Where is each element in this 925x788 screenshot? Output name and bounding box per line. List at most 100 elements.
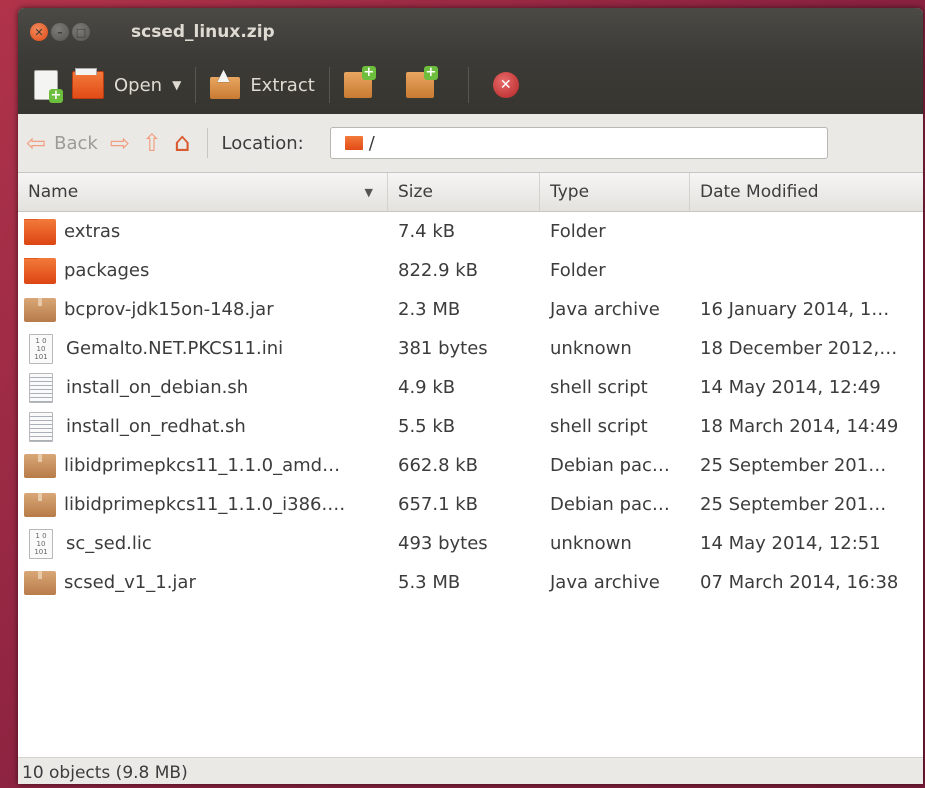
up-button[interactable]: ⇧ xyxy=(142,129,162,157)
file-list-header: Name ▼ Size Type Date Modified xyxy=(18,173,923,212)
toolbar-separator xyxy=(195,67,197,103)
table-row[interactable]: libidprimepkcs11_1.1.0_i386.… 657.1 kB D… xyxy=(18,485,923,524)
column-header-date[interactable]: Date Modified xyxy=(690,173,923,211)
archive-manager-window: ✕ – □ scsed_linux.zip + Open ▼ Extract +… xyxy=(18,8,923,784)
table-row[interactable]: extras 7.4 kB Folder xyxy=(18,212,923,251)
binary-file-icon: 1 0 10 101 xyxy=(29,528,53,559)
file-type: unknown xyxy=(550,533,632,554)
title-bar: ✕ – □ scsed_linux.zip xyxy=(18,8,923,56)
column-header-size[interactable]: Size xyxy=(388,173,540,211)
forward-button[interactable]: ⇨ xyxy=(110,129,130,157)
script-file-icon xyxy=(29,372,53,403)
column-header-date-label: Date Modified xyxy=(700,182,819,202)
file-name: Gemalto.NET.PKCS11.ini xyxy=(66,338,284,359)
home-icon: ⌂ xyxy=(174,128,191,158)
file-name: sc_sed.lic xyxy=(66,533,152,554)
open-button[interactable]: Open ▼ xyxy=(72,68,181,99)
arrow-left-icon: ⇦ xyxy=(26,129,47,157)
file-size: 662.8 kB xyxy=(398,455,479,476)
table-row[interactable]: packages 822.9 kB Folder xyxy=(18,251,923,290)
file-type: Folder xyxy=(550,221,606,242)
file-name: bcprov-jdk15on-148.jar xyxy=(64,299,274,320)
table-row[interactable]: 1 0 10 101 sc_sed.lic 493 bytes unknown 14 … xyxy=(18,524,923,563)
location-separator xyxy=(206,128,208,158)
file-name: libidprimepkcs11_1.1.0_amd… xyxy=(64,455,341,476)
status-bar: 10 objects (9.8 MB) xyxy=(18,757,923,784)
back-label: Back xyxy=(54,132,98,154)
add-folder-button[interactable]: + xyxy=(405,66,454,98)
back-button[interactable]: ⇦ Back xyxy=(26,129,98,157)
folder-icon xyxy=(344,136,363,150)
stop-icon[interactable]: ✕ xyxy=(492,72,519,98)
file-date: 14 May 2014, 12:51 xyxy=(700,533,881,554)
column-header-name[interactable]: Name ▼ xyxy=(18,173,388,211)
file-name: libidprimepkcs11_1.1.0_i386.… xyxy=(64,494,346,515)
file-size: 822.9 kB xyxy=(398,260,479,281)
maximize-window-button[interactable]: □ xyxy=(72,23,90,41)
package-icon xyxy=(24,492,56,517)
file-name: install_on_redhat.sh xyxy=(66,416,246,437)
location-value: / xyxy=(368,132,375,154)
table-row[interactable]: 1 0 10 101 Gemalto.NET.PKCS11.ini 381 bytes… xyxy=(18,329,923,368)
file-date: 25 September 201… xyxy=(700,494,887,515)
toolbar: + Open ▼ Extract + + ✕ xyxy=(18,56,923,114)
open-folder-icon xyxy=(72,68,104,99)
file-type: Debian pac… xyxy=(550,494,670,515)
file-size: 381 bytes xyxy=(398,338,488,359)
add-folder-icon: + xyxy=(405,66,438,98)
table-row[interactable]: install_on_redhat.sh 5.5 kB shell script… xyxy=(18,407,923,446)
window-controls: ✕ – □ xyxy=(30,23,93,41)
toolbar-separator xyxy=(467,67,469,103)
file-type: Java archive xyxy=(550,572,660,593)
file-size: 4.9 kB xyxy=(398,377,456,398)
folder-icon xyxy=(24,218,56,245)
sort-chevron-down-icon: ▼ xyxy=(364,185,373,199)
table-row[interactable]: libidprimepkcs11_1.1.0_amd… 662.8 kB Deb… xyxy=(18,446,923,485)
table-row[interactable]: install_on_debian.sh 4.9 kB shell script… xyxy=(18,368,923,407)
file-type: unknown xyxy=(550,338,632,359)
file-type: shell script xyxy=(550,416,648,437)
binary-file-icon: 1 0 10 101 xyxy=(29,333,53,364)
status-text: 10 objects (9.8 MB) xyxy=(22,763,188,783)
column-header-size-label: Size xyxy=(398,182,433,202)
file-date: 25 September 201… xyxy=(700,455,887,476)
file-size: 657.1 kB xyxy=(398,494,479,515)
file-size: 7.4 kB xyxy=(398,221,456,242)
file-type: Folder xyxy=(550,260,606,281)
location-bar: ⇦ Back ⇨ ⇧ ⌂ Location: / xyxy=(18,114,923,173)
file-date: 18 March 2014, 14:49 xyxy=(700,416,899,437)
file-size: 2.3 MB xyxy=(398,299,461,320)
column-header-type[interactable]: Type xyxy=(540,173,690,211)
file-type: shell script xyxy=(550,377,648,398)
arrow-right-icon: ⇨ xyxy=(109,129,130,157)
script-file-icon xyxy=(29,411,53,442)
window-title: scsed_linux.zip xyxy=(131,22,275,42)
toolbar-separator xyxy=(328,67,330,103)
home-button[interactable]: ⌂ xyxy=(174,128,191,158)
file-name: install_on_debian.sh xyxy=(66,377,249,398)
folder-icon xyxy=(24,257,56,284)
location-input[interactable]: / xyxy=(329,127,828,159)
location-label: Location: xyxy=(221,132,304,154)
minimize-window-button[interactable]: – xyxy=(51,23,69,41)
arrow-up-icon: ⇧ xyxy=(141,129,163,157)
add-files-button[interactable]: + xyxy=(343,66,392,98)
file-size: 5.3 MB xyxy=(398,572,461,593)
file-size: 5.5 kB xyxy=(398,416,456,437)
file-date: 14 May 2014, 12:49 xyxy=(700,377,881,398)
extract-button[interactable]: Extract xyxy=(210,65,315,99)
file-name: extras xyxy=(64,221,121,242)
chevron-down-icon[interactable]: ▼ xyxy=(172,78,181,92)
file-date: 18 December 2012,… xyxy=(700,338,898,359)
file-date: 16 January 2014, 1… xyxy=(700,299,890,320)
package-icon xyxy=(24,297,56,322)
new-archive-button[interactable]: + xyxy=(34,70,63,103)
file-type: Java archive xyxy=(550,299,660,320)
close-window-button[interactable]: ✕ xyxy=(30,23,48,41)
extract-icon xyxy=(210,65,241,99)
file-name: packages xyxy=(64,260,150,281)
table-row[interactable]: scsed_v1_1.jar 5.3 MB Java archive 07 Ma… xyxy=(18,563,923,602)
table-row[interactable]: bcprov-jdk15on-148.jar 2.3 MB Java archi… xyxy=(18,290,923,329)
add-files-icon: + xyxy=(343,66,376,98)
package-icon xyxy=(24,453,56,478)
